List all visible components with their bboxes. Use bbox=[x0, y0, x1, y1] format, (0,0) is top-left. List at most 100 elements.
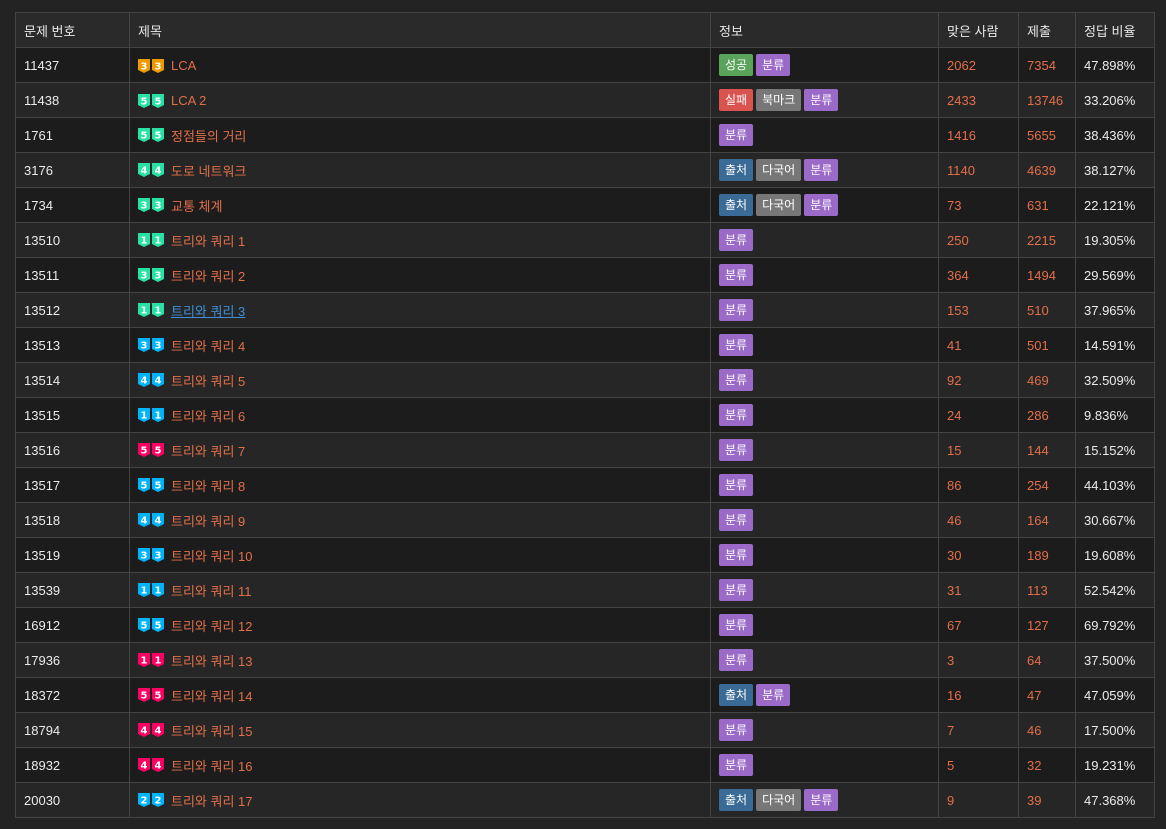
submission-count-link[interactable]: 64 bbox=[1018, 642, 1076, 678]
badge-fail[interactable]: 실패 bbox=[719, 89, 754, 111]
badge-category[interactable]: 분류 bbox=[804, 194, 839, 216]
column-header-title[interactable]: 제목 bbox=[129, 12, 711, 48]
submission-count-link[interactable]: 286 bbox=[1018, 397, 1076, 433]
submission-count-link[interactable]: 501 bbox=[1018, 327, 1076, 363]
column-header-submissions[interactable]: 제출 bbox=[1018, 12, 1076, 48]
problem-title-link[interactable]: 트리와 쿼리 10 bbox=[171, 549, 252, 564]
badge-multilang[interactable]: 다국어 bbox=[756, 159, 802, 181]
submission-count-link[interactable]: 4639 bbox=[1018, 152, 1076, 188]
problem-title-link[interactable]: 트리와 쿼리 4 bbox=[171, 339, 245, 354]
badge-source[interactable]: 출처 bbox=[719, 684, 754, 706]
submission-count-link[interactable]: 469 bbox=[1018, 362, 1076, 398]
solved-count-link[interactable]: 153 bbox=[938, 292, 1019, 328]
solved-count-link[interactable]: 31 bbox=[938, 572, 1019, 608]
badge-category[interactable]: 분류 bbox=[719, 754, 754, 776]
problem-title-link[interactable]: LCA 2 bbox=[171, 93, 206, 108]
submission-count-link[interactable]: 631 bbox=[1018, 187, 1076, 223]
badge-category[interactable]: 분류 bbox=[719, 509, 754, 531]
submission-count-link[interactable]: 113 bbox=[1018, 572, 1076, 608]
submission-count-link[interactable]: 164 bbox=[1018, 502, 1076, 538]
solved-count-link[interactable]: 15 bbox=[938, 432, 1019, 468]
badge-category[interactable]: 분류 bbox=[719, 299, 754, 321]
badge-category[interactable]: 분류 bbox=[719, 404, 754, 426]
solved-count-link[interactable]: 364 bbox=[938, 257, 1019, 293]
badge-category[interactable]: 분류 bbox=[719, 649, 754, 671]
problem-title-link[interactable]: 트리와 쿼리 3 bbox=[171, 304, 245, 319]
badge-multilang[interactable]: 다국어 bbox=[756, 194, 802, 216]
problem-title-link[interactable]: 트리와 쿼리 17 bbox=[171, 794, 252, 809]
solved-count-link[interactable]: 16 bbox=[938, 677, 1019, 713]
problem-title-link[interactable]: 도로 네트워크 bbox=[171, 164, 246, 179]
solved-count-link[interactable]: 24 bbox=[938, 397, 1019, 433]
solved-count-link[interactable]: 1416 bbox=[938, 117, 1019, 153]
problem-title-link[interactable]: 트리와 쿼리 2 bbox=[171, 269, 245, 284]
problem-title-link[interactable]: 트리와 쿼리 14 bbox=[171, 689, 252, 704]
badge-source[interactable]: 출처 bbox=[719, 159, 754, 181]
submission-count-link[interactable]: 47 bbox=[1018, 677, 1076, 713]
solved-count-link[interactable]: 86 bbox=[938, 467, 1019, 503]
badge-category[interactable]: 분류 bbox=[719, 229, 754, 251]
badge-category[interactable]: 분류 bbox=[719, 614, 754, 636]
badge-category[interactable]: 분류 bbox=[804, 789, 839, 811]
solved-count-link[interactable]: 3 bbox=[938, 642, 1019, 678]
problem-title-link[interactable]: 트리와 쿼리 8 bbox=[171, 479, 245, 494]
submission-count-link[interactable]: 5655 bbox=[1018, 117, 1076, 153]
problem-title-link[interactable]: 트리와 쿼리 11 bbox=[171, 584, 252, 599]
submission-count-link[interactable]: 510 bbox=[1018, 292, 1076, 328]
problem-title-link[interactable]: 트리와 쿼리 12 bbox=[171, 619, 252, 634]
badge-multilang[interactable]: 다국어 bbox=[756, 789, 802, 811]
badge-category[interactable]: 분류 bbox=[719, 369, 754, 391]
submission-count-link[interactable]: 7354 bbox=[1018, 47, 1076, 83]
submission-count-link[interactable]: 2215 bbox=[1018, 222, 1076, 258]
problem-title-link[interactable]: 트리와 쿼리 15 bbox=[171, 724, 252, 739]
submission-count-link[interactable]: 32 bbox=[1018, 747, 1076, 783]
badge-category[interactable]: 분류 bbox=[719, 719, 754, 741]
problem-title-link[interactable]: 트리와 쿼리 7 bbox=[171, 444, 245, 459]
badge-category[interactable]: 분류 bbox=[804, 159, 839, 181]
badge-category[interactable]: 분류 bbox=[719, 124, 754, 146]
solved-count-link[interactable]: 7 bbox=[938, 712, 1019, 748]
solved-count-link[interactable]: 67 bbox=[938, 607, 1019, 643]
solved-count-link[interactable]: 92 bbox=[938, 362, 1019, 398]
submission-count-link[interactable]: 13746 bbox=[1018, 82, 1076, 118]
solved-count-link[interactable]: 9 bbox=[938, 782, 1019, 818]
column-header-problem-id[interactable]: 문제 번호 bbox=[15, 12, 130, 48]
submission-count-link[interactable]: 144 bbox=[1018, 432, 1076, 468]
badge-category[interactable]: 분류 bbox=[719, 579, 754, 601]
badge-category[interactable]: 분류 bbox=[756, 684, 791, 706]
problem-title-link[interactable]: 트리와 쿼리 9 bbox=[171, 514, 245, 529]
solved-count-link[interactable]: 250 bbox=[938, 222, 1019, 258]
badge-category[interactable]: 분류 bbox=[719, 544, 754, 566]
solved-count-link[interactable]: 41 bbox=[938, 327, 1019, 363]
badge-category[interactable]: 분류 bbox=[756, 54, 791, 76]
solved-count-link[interactable]: 73 bbox=[938, 187, 1019, 223]
badge-success[interactable]: 성공 bbox=[719, 54, 754, 76]
problem-title-link[interactable]: 교통 체계 bbox=[171, 199, 222, 214]
problem-title-link[interactable]: 트리와 쿼리 1 bbox=[171, 234, 245, 249]
solved-count-link[interactable]: 2433 bbox=[938, 82, 1019, 118]
column-header-ratio[interactable]: 정답 비율 bbox=[1075, 12, 1155, 48]
column-header-solved[interactable]: 맞은 사람 bbox=[938, 12, 1019, 48]
badge-category[interactable]: 분류 bbox=[719, 474, 754, 496]
submission-count-link[interactable]: 254 bbox=[1018, 467, 1076, 503]
submission-count-link[interactable]: 39 bbox=[1018, 782, 1076, 818]
badge-category[interactable]: 분류 bbox=[719, 334, 754, 356]
problem-title-link[interactable]: LCA bbox=[171, 58, 196, 73]
solved-count-link[interactable]: 5 bbox=[938, 747, 1019, 783]
submission-count-link[interactable]: 127 bbox=[1018, 607, 1076, 643]
badge-category[interactable]: 분류 bbox=[719, 439, 754, 461]
problem-title-link[interactable]: 트리와 쿼리 6 bbox=[171, 409, 245, 424]
problem-title-link[interactable]: 정점들의 거리 bbox=[171, 129, 246, 144]
solved-count-link[interactable]: 1140 bbox=[938, 152, 1019, 188]
problem-title-link[interactable]: 트리와 쿼리 16 bbox=[171, 759, 252, 774]
solved-count-link[interactable]: 46 bbox=[938, 502, 1019, 538]
badge-bookmark[interactable]: 북마크 bbox=[756, 89, 802, 111]
badge-category[interactable]: 분류 bbox=[719, 264, 754, 286]
badge-source[interactable]: 출처 bbox=[719, 789, 754, 811]
solved-count-link[interactable]: 2062 bbox=[938, 47, 1019, 83]
problem-title-link[interactable]: 트리와 쿼리 13 bbox=[171, 654, 252, 669]
solved-count-link[interactable]: 30 bbox=[938, 537, 1019, 573]
badge-category[interactable]: 분류 bbox=[804, 89, 839, 111]
submission-count-link[interactable]: 189 bbox=[1018, 537, 1076, 573]
submission-count-link[interactable]: 1494 bbox=[1018, 257, 1076, 293]
